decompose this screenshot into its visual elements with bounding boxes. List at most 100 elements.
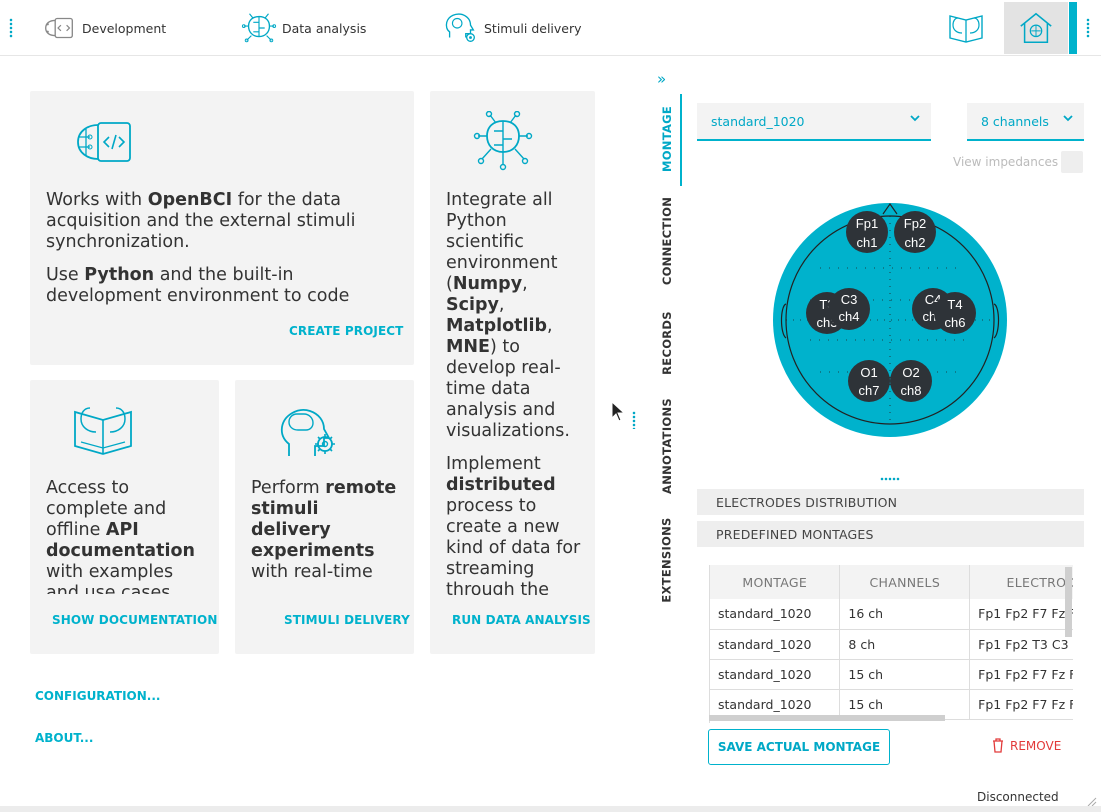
tab-data-analysis-label: Data analysis — [282, 20, 367, 36]
brain-book-icon — [74, 407, 132, 455]
svg-text:C3: C3 — [841, 292, 858, 307]
svg-text:ch2: ch2 — [905, 235, 926, 250]
predefined-montages-accordion[interactable]: PREDEFINED MONTAGES — [697, 521, 1084, 547]
column-header-electrodes[interactable]: ELECTRODES — [969, 565, 1073, 599]
tab-montage-indicator — [680, 94, 682, 186]
svg-text:ch7: ch7 — [859, 383, 880, 398]
panel-splitter[interactable] — [632, 411, 636, 429]
stimuli-description: Perform remote stimuli delivery experime… — [251, 478, 397, 582]
channels-select[interactable]: 8 channels — [967, 103, 1084, 141]
brain-circuit-icon — [473, 111, 533, 171]
view-impedances-label: View impedances — [953, 155, 1059, 169]
table-horizontal-scrollbar[interactable] — [709, 715, 945, 721]
side-tabs: MONTAGE CONNECTION RECORDS ANNOTATIONS E… — [652, 90, 682, 620]
electrode-o1[interactable]: O1 ch7 — [848, 360, 890, 402]
electrode-head-map: Fp1 ch1 Fp2 ch2 T3 ch3 C3 ch4 C4 ch5 T4 … — [773, 202, 1007, 437]
table-cell: 15 ch — [839, 659, 971, 690]
table-cell: 16 ch — [839, 599, 971, 630]
mouse-cursor-icon — [611, 401, 625, 422]
section-splitter[interactable] — [880, 477, 900, 481]
svg-text:ch4: ch4 — [839, 309, 860, 324]
drag-handle-right[interactable] — [1086, 18, 1090, 38]
svg-text:O1: O1 — [860, 365, 877, 380]
svg-text:Fp1: Fp1 — [856, 216, 878, 231]
electrode-c3[interactable]: C3 ch4 — [828, 288, 870, 330]
table-cell: 8 ch — [839, 629, 971, 660]
table-row[interactable]: standard_1020 15 ch Fp1 Fp2 F7 Fz F — [710, 659, 1073, 690]
tab-data-analysis[interactable]: Data analysis — [240, 8, 366, 48]
head-gear-icon — [280, 409, 335, 456]
tab-stimuli-delivery-label: Stimuli delivery — [484, 20, 582, 36]
svg-text:T4: T4 — [947, 297, 962, 312]
about-link[interactable]: ABOUT... — [35, 731, 93, 745]
brain-code-icon — [77, 122, 131, 162]
svg-text:Fp2: Fp2 — [904, 216, 926, 231]
footer-bar — [0, 806, 1101, 812]
channels-select-value: 8 channels — [981, 114, 1049, 129]
remove-label: REMOVE — [1010, 738, 1062, 753]
electrode-t4[interactable]: T4 ch6 — [934, 292, 976, 334]
montage-select-value: standard_1020 — [711, 114, 805, 129]
electrode-fp1[interactable]: Fp1 ch1 — [846, 211, 888, 253]
table-cell: Fp1 Fp2 F7 Fz F — [969, 659, 1073, 690]
montages-table: MONTAGE CHANNELS ELECTRODES standard_102… — [709, 565, 1073, 723]
run-data-analysis-link[interactable]: RUN DATA ANALYSIS — [452, 613, 591, 627]
connection-status: Disconnected — [977, 790, 1059, 804]
documentation-button[interactable] — [944, 2, 988, 54]
top-bar: Development Data analysis Stimuli delive… — [0, 0, 1101, 56]
table-cell: standard_1020 — [710, 629, 841, 660]
view-impedances-toggle[interactable] — [1061, 151, 1083, 173]
tab-records[interactable]: RECORDS — [652, 298, 682, 388]
drag-handle-left[interactable] — [9, 18, 13, 38]
documentation-description: Access to complete and offline API docum… — [46, 478, 195, 594]
electrode-o2[interactable]: O2 ch8 — [890, 360, 932, 402]
remove-montage-button[interactable]: REMOVE — [992, 738, 1061, 753]
table-row[interactable]: standard_1020 16 ch Fp1 Fp2 F7 Fz F — [710, 599, 1073, 630]
data-analysis-description: Integrate all Python scientific environm… — [446, 190, 581, 595]
home-brain-icon — [1020, 12, 1052, 44]
electrode-fp2[interactable]: Fp2 ch2 — [894, 211, 936, 253]
stimuli-delivery-link[interactable]: STIMULI DELIVERY — [284, 613, 410, 627]
table-cell: standard_1020 — [710, 599, 841, 630]
save-montage-button[interactable]: SAVE ACTUAL MONTAGE — [708, 729, 890, 765]
active-indicator — [1069, 2, 1077, 54]
brain-circuit-icon — [241, 13, 277, 43]
home-button[interactable] — [1004, 2, 1068, 54]
svg-text:ch8: ch8 — [901, 383, 922, 398]
collapse-panel-icon[interactable]: » — [657, 70, 666, 88]
development-card: Works with OpenBCI for the data acquisit… — [30, 91, 414, 365]
svg-text:O2: O2 — [902, 365, 919, 380]
table-row[interactable]: standard_1020 8 ch Fp1 Fp2 T3 C3 — [710, 629, 1073, 660]
tab-development[interactable]: Development — [40, 8, 166, 48]
chevron-down-icon — [1062, 112, 1074, 127]
configuration-link[interactable]: CONFIGURATION... — [35, 689, 160, 703]
tab-connection[interactable]: CONNECTION — [652, 196, 682, 286]
tab-development-label: Development — [82, 20, 167, 36]
column-header-montage[interactable]: MONTAGE — [710, 565, 841, 599]
svg-text:ch6: ch6 — [945, 315, 966, 330]
svg-text:ch1: ch1 — [857, 235, 878, 250]
trash-icon — [993, 738, 1003, 753]
tab-extensions[interactable]: EXTENSIONS — [652, 510, 682, 610]
create-project-link[interactable]: CREATE PROJECT — [289, 324, 403, 338]
stimuli-delivery-card: Perform remote stimuli delivery experime… — [235, 380, 414, 654]
data-analysis-card: Integrate all Python scientific environm… — [430, 91, 595, 654]
development-description: Works with OpenBCI for the data acquisit… — [46, 190, 356, 306]
show-documentation-link[interactable]: SHOW DOCUMENTATION — [52, 613, 218, 627]
head-gear-icon — [445, 13, 475, 42]
montage-select[interactable]: standard_1020 — [697, 103, 931, 141]
table-cell: Fp1 Fp2 F7 Fz F — [969, 599, 1073, 630]
documentation-card: Access to complete and offline API docum… — [30, 380, 219, 654]
table-vertical-scrollbar[interactable] — [1065, 567, 1072, 637]
brain-book-icon — [949, 15, 983, 43]
table-cell: Fp1 Fp2 F7 Fz F — [969, 689, 1073, 720]
table-cell: Fp1 Fp2 T3 C3 — [969, 629, 1073, 660]
electrodes-distribution-accordion[interactable]: ELECTRODES DISTRIBUTION — [697, 489, 1084, 515]
tab-stimuli-delivery[interactable]: Stimuli delivery — [442, 8, 582, 48]
chevron-down-icon — [909, 112, 921, 127]
table-cell: standard_1020 — [710, 659, 841, 690]
tab-montage[interactable]: MONTAGE — [652, 94, 682, 184]
brain-code-icon — [45, 17, 73, 39]
tab-annotations[interactable]: ANNOTATIONS — [652, 396, 682, 496]
column-header-channels[interactable]: CHANNELS — [839, 565, 971, 599]
